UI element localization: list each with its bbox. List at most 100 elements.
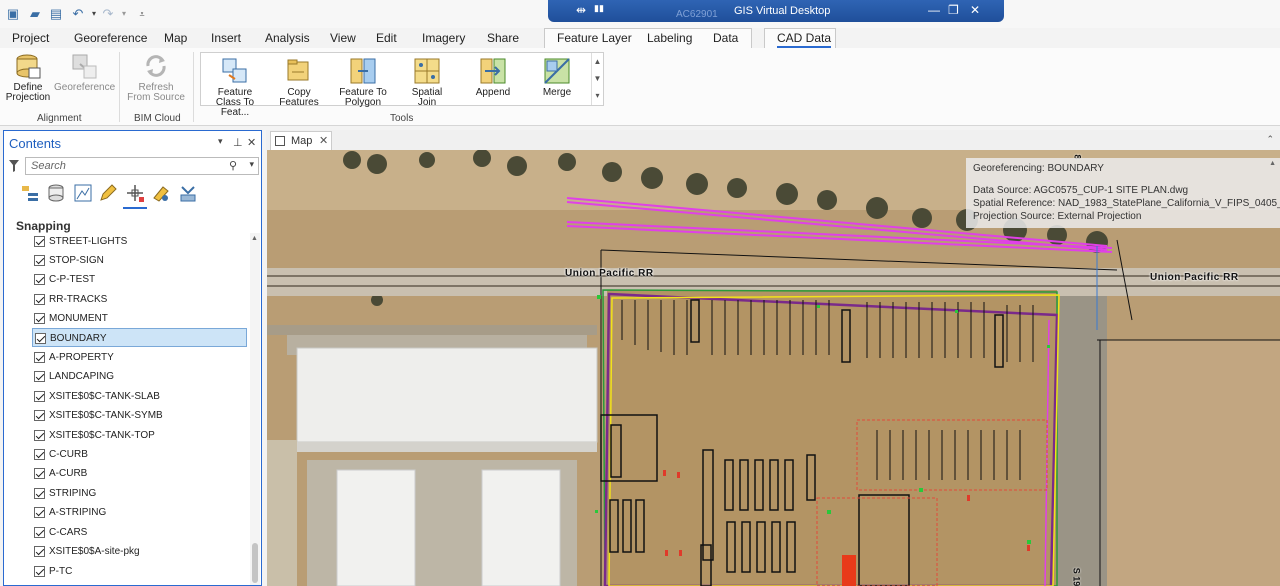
layer-checkbox[interactable] <box>34 236 45 247</box>
scroll-up-icon[interactable]: ▲ <box>251 235 258 242</box>
list-by-drawing-order-icon[interactable] <box>20 183 40 203</box>
list-item[interactable]: XSITE$0$C-TANK-TOP <box>32 426 247 445</box>
layer-label: A-CURB <box>49 468 88 479</box>
tab-share[interactable]: Share <box>487 31 519 45</box>
customize-toolbar-icon[interactable]: ⩡ <box>134 6 150 22</box>
layer-checkbox[interactable] <box>34 352 45 363</box>
layer-checkbox[interactable] <box>34 294 45 305</box>
list-item-selected[interactable]: BOUNDARY <box>32 328 247 347</box>
feature-to-polygon-button[interactable]: Feature To Polygon <box>333 57 393 108</box>
info-scroll-up-icon[interactable]: ▲ <box>1269 160 1276 167</box>
list-item[interactable]: A-STRIPING <box>32 503 247 522</box>
list-item[interactable]: STOP-SIGN <box>32 251 247 270</box>
undo-icon[interactable]: ↶ <box>70 6 86 22</box>
layer-checkbox[interactable] <box>34 274 45 285</box>
gallery-expand-icon[interactable]: ▾ <box>592 87 603 104</box>
list-item[interactable]: A-PROPERTY <box>32 348 247 367</box>
tab-map-view[interactable]: Map ✕ <box>270 131 332 150</box>
list-item[interactable]: STREET-LIGHTS <box>32 233 247 251</box>
tab-view[interactable]: View <box>330 31 356 45</box>
list-item[interactable]: C-CURB <box>32 445 247 464</box>
tab-project[interactable]: Project <box>12 31 49 45</box>
close-map-tab-icon[interactable]: ✕ <box>319 134 328 147</box>
feature-class-to-feature-class-button[interactable]: Feature Class To Feat... <box>203 57 267 118</box>
tab-imagery[interactable]: Imagery <box>422 31 465 45</box>
list-item[interactable]: P-TC <box>32 562 247 581</box>
list-item[interactable]: XSITE$0$C-TANK-SLAB <box>32 387 247 406</box>
redo-dropdown-icon[interactable]: ▾ <box>116 6 132 22</box>
tab-overflow-icon[interactable]: ⌃ <box>1266 134 1274 145</box>
tab-feature-layer[interactable]: Feature Layer <box>557 31 632 45</box>
window-title: GIS Virtual Desktop <box>734 5 831 17</box>
georeference-button[interactable]: Georeference <box>54 52 115 93</box>
search-input[interactable]: Search <box>25 157 259 175</box>
list-item[interactable]: XSITE$0$C-TANK-SYMB <box>32 406 247 425</box>
search-icon[interactable]: ⚲ <box>229 159 237 172</box>
refresh-from-source-button[interactable]: Refresh From Source <box>124 52 188 103</box>
minimize-icon[interactable]: — <box>928 3 940 17</box>
list-item[interactable]: MONUMENT <box>32 309 247 328</box>
tab-labeling[interactable]: Labeling <box>647 31 692 45</box>
list-item[interactable]: XSITE$0$A-site-pkg <box>32 542 247 561</box>
define-projection-button[interactable]: Define Projection <box>4 52 52 103</box>
tab-insert[interactable]: Insert <box>211 31 241 45</box>
list-item[interactable]: LANDCAPING <box>32 367 247 386</box>
tab-analysis[interactable]: Analysis <box>265 31 310 45</box>
list-item[interactable]: C-P-TEST <box>32 270 247 289</box>
contents-view-toolbar <box>14 181 214 209</box>
tab-data[interactable]: Data <box>713 31 738 45</box>
list-by-editing-icon[interactable] <box>98 183 118 203</box>
tab-edit[interactable]: Edit <box>376 31 397 45</box>
pin-pane-icon[interactable]: ⊥ <box>233 136 243 149</box>
pin-icon[interactable]: ⇹ <box>576 3 586 17</box>
filter-icon[interactable] <box>9 160 19 172</box>
save-icon[interactable]: ▤ <box>48 6 64 22</box>
gallery-down-icon[interactable]: ▼ <box>592 70 603 87</box>
gallery-up-icon[interactable]: ▲ <box>592 53 603 70</box>
layer-checkbox[interactable] <box>34 527 45 538</box>
spatial-join-button[interactable]: Spatial Join <box>397 57 457 108</box>
open-folder-icon[interactable]: ▰ <box>27 6 43 22</box>
layer-checkbox[interactable] <box>34 546 45 557</box>
layer-checkbox[interactable] <box>34 391 45 402</box>
restore-icon[interactable]: ❐ <box>948 3 959 17</box>
define-projection-icon <box>16 54 41 79</box>
list-item[interactable]: RR-TRACKS <box>32 290 247 309</box>
projection-source: Projection Source: External Projection <box>973 211 1142 222</box>
merge-button[interactable]: Merge <box>527 57 587 98</box>
scrollbar-thumb[interactable] <box>252 543 258 583</box>
layer-checkbox[interactable] <box>35 333 46 344</box>
layer-checkbox[interactable] <box>34 313 45 324</box>
layer-checkbox[interactable] <box>34 507 45 518</box>
layer-checkbox[interactable] <box>34 410 45 421</box>
close-pane-icon[interactable]: ✕ <box>247 136 256 149</box>
layer-checkbox[interactable] <box>34 449 45 460</box>
tab-georeference[interactable]: Georeference <box>74 31 147 45</box>
copy-features-button[interactable]: Copy Features <box>269 57 329 108</box>
layer-checkbox[interactable] <box>34 430 45 441</box>
list-by-labeling-icon[interactable] <box>151 183 171 203</box>
append-button[interactable]: Append <box>463 57 523 98</box>
layer-checkbox[interactable] <box>34 255 45 266</box>
spatial-join-line2: Join <box>417 97 437 108</box>
list-item[interactable]: A-CURB <box>32 464 247 483</box>
new-project-icon[interactable]: ▣ <box>5 6 21 22</box>
list-item[interactable]: C-CARS <box>32 523 247 542</box>
pane-menu-icon[interactable]: ▾ <box>218 136 223 147</box>
layer-checkbox[interactable] <box>34 566 45 577</box>
gallery-scroller[interactable]: ▲ ▼ ▾ <box>591 53 603 105</box>
redo-icon[interactable]: ↷ <box>100 6 116 22</box>
list-item[interactable]: STRIPING <box>32 484 247 503</box>
list-by-perspective-imagery-icon[interactable] <box>178 183 198 203</box>
layer-checkbox[interactable] <box>34 371 45 382</box>
layer-checkbox[interactable] <box>34 488 45 499</box>
list-by-visibility-icon[interactable] <box>73 183 93 203</box>
layer-list-scrollbar[interactable]: ▲ <box>250 233 260 585</box>
close-icon[interactable]: ✕ <box>970 3 980 17</box>
list-by-snapping-icon[interactable] <box>125 183 145 203</box>
tab-map[interactable]: Map <box>164 31 187 45</box>
search-dropdown-icon[interactable]: ▾ <box>249 159 254 170</box>
tab-cad-data[interactable]: CAD Data <box>777 31 832 48</box>
list-by-source-icon[interactable] <box>46 183 66 203</box>
layer-checkbox[interactable] <box>34 468 45 479</box>
